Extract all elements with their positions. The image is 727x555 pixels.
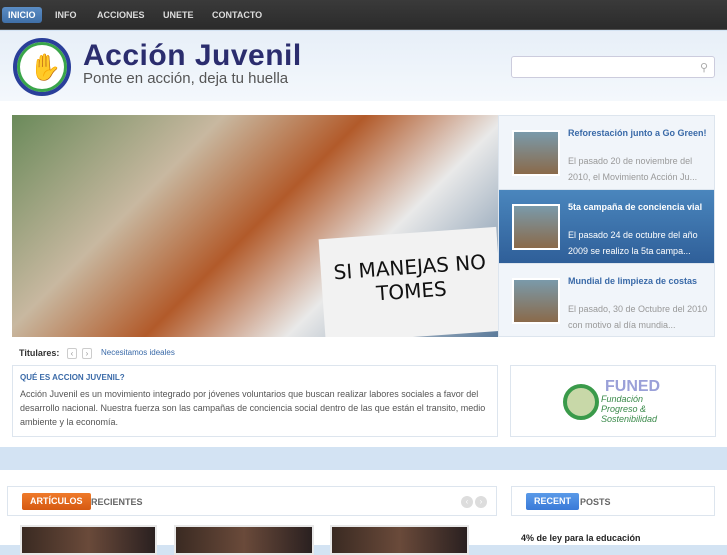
sign-text: SI MANEJAS NO TOMES	[318, 226, 499, 337]
thumbnail	[512, 204, 560, 250]
article-thumbnail[interactable]	[174, 525, 314, 555]
search-input[interactable]: ⚲	[511, 56, 715, 78]
slider-image[interactable]: SI MANEJAS NO TOMES	[12, 115, 499, 337]
featured-item[interactable]: Mundial de limpieza de costas El pasado, …	[499, 264, 714, 338]
about-box: QUÉ ES ACCION JUVENIL? Acción Juvenil es…	[12, 365, 498, 437]
nav-acciones[interactable]: ACCIONES	[91, 7, 151, 23]
prev-arrow-icon[interactable]: ‹	[461, 496, 473, 508]
ticker-next-button[interactable]: ›	[82, 348, 92, 359]
nav-inicio[interactable]: INICIO	[2, 7, 42, 23]
about-title: QUÉ ES ACCION JUVENIL?	[20, 373, 125, 382]
featured-desc: El pasado, 30 de Octubre del 2010 con mo…	[568, 304, 708, 330]
recent-tab[interactable]: RECENT	[526, 493, 580, 510]
top-nav: INICIO INFO ACCIONES UNETE CONTACTO	[0, 0, 727, 30]
article-thumbnail[interactable]	[20, 525, 157, 555]
recent-posts-header: RECENT POSTS	[511, 486, 715, 516]
recent-post-link[interactable]: 4% de ley para la educación	[521, 533, 641, 543]
featured-list: Reforestación junto a Go Green! El pasado…	[498, 115, 715, 337]
nav-info[interactable]: INFO	[49, 7, 83, 23]
recent-subtitle: POSTS	[580, 497, 611, 507]
thumbnail	[512, 278, 560, 324]
articles-tab[interactable]: ARTÍCULOS	[22, 493, 91, 510]
about-text: Acción Juvenil es un movimiento integrad…	[20, 389, 486, 427]
featured-item-active[interactable]: 5ta campaña de conciencia vial El pasado …	[499, 190, 714, 264]
sponsor-box: FUNED Fundación Progreso & Sostenibilida…	[510, 365, 716, 437]
featured-desc: El pasado 24 de octubre del año 2009 se …	[568, 230, 698, 256]
logo[interactable]: ✋	[13, 38, 71, 96]
thumbnail	[512, 130, 560, 176]
articles-header: ARTÍCULOS RECIENTES ‹ ›	[7, 486, 497, 516]
articles-subtitle: RECIENTES	[91, 497, 143, 507]
sponsor-logo[interactable]: FUNED Fundación Progreso & Sostenibilida…	[563, 378, 663, 426]
featured-title[interactable]: Reforestación junto a Go Green!	[568, 127, 708, 139]
site-title[interactable]: Acción Juvenil	[83, 39, 302, 73]
featured-title[interactable]: 5ta campaña de conciencia vial	[568, 201, 708, 213]
featured-title[interactable]: Mundial de limpieza de costas	[568, 275, 708, 287]
featured-desc: El pasado 20 de noviembre del 2010, el M…	[568, 156, 698, 182]
next-arrow-icon[interactable]: ›	[475, 496, 487, 508]
ticker-prev-button[interactable]: ‹	[67, 348, 77, 359]
nav-unete[interactable]: UNETE	[157, 7, 200, 23]
nav-contacto[interactable]: CONTACTO	[206, 7, 268, 23]
sponsor-subtitle: Fundación Progreso & Sostenibilidad	[601, 394, 658, 424]
globe-icon	[563, 384, 599, 420]
ticker-headline[interactable]: Necesitamos ideales	[101, 348, 175, 357]
article-thumbnail[interactable]	[330, 525, 469, 555]
ticker-label: Titulares:	[19, 348, 60, 358]
search-icon[interactable]: ⚲	[700, 61, 708, 74]
hand-icon: ✋	[29, 52, 62, 82]
featured-item[interactable]: Reforestación junto a Go Green! El pasado…	[499, 116, 714, 190]
site-tagline: Ponte en acción, deja tu huella	[83, 70, 289, 87]
